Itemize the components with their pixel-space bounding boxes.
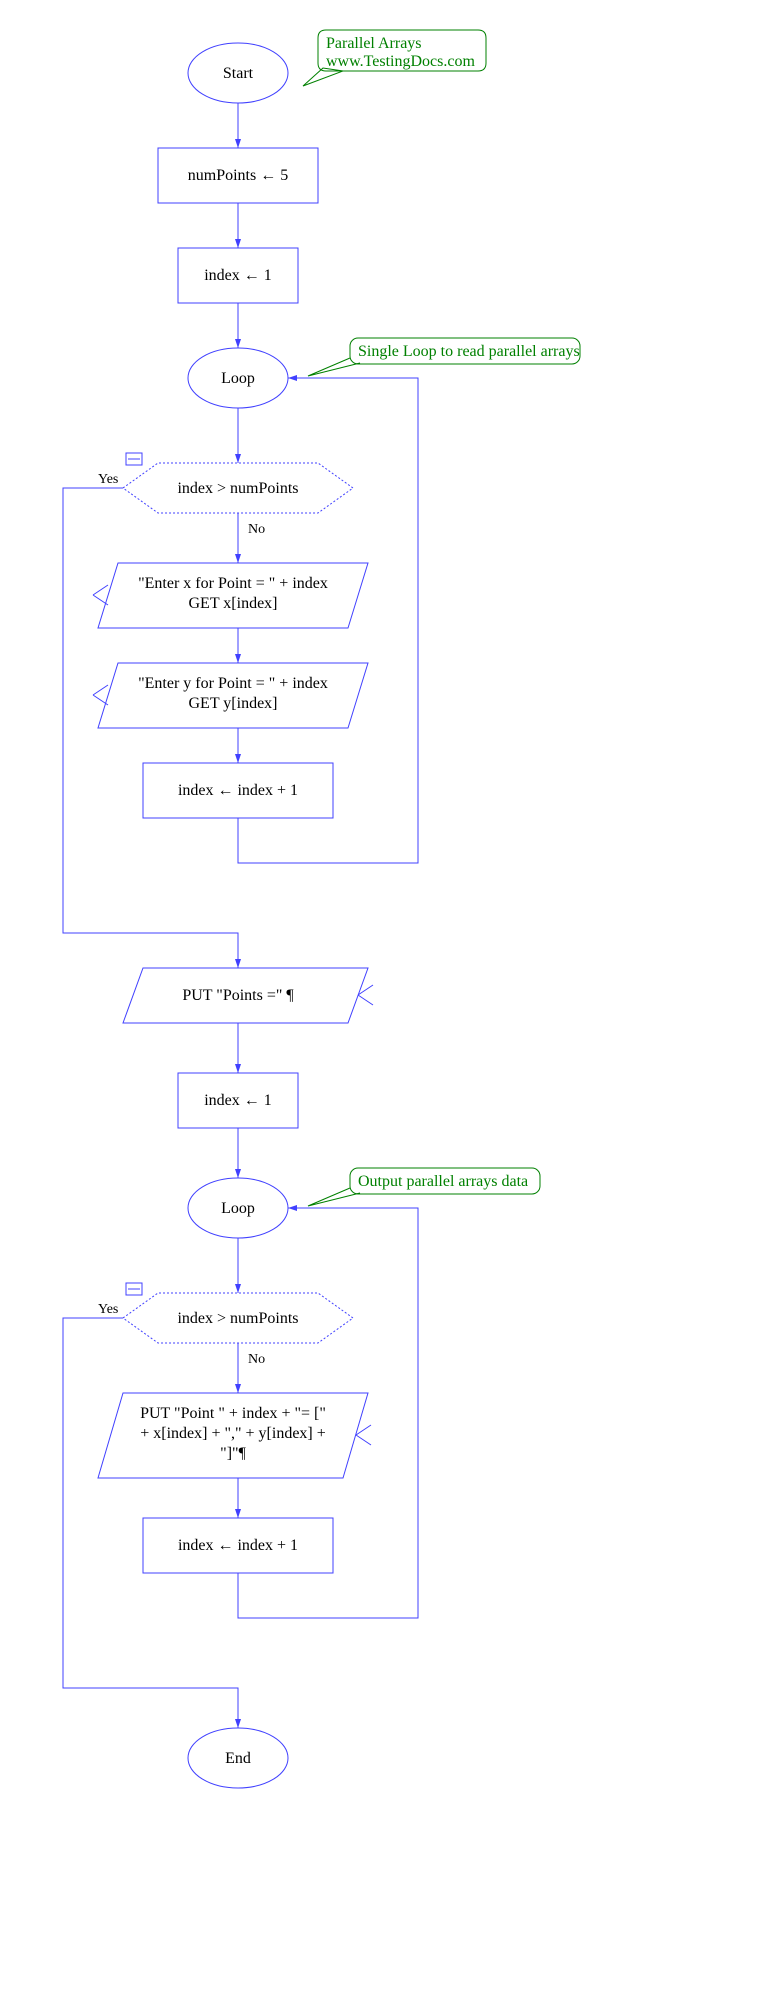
assign-index1-label: index ← 1 (204, 267, 272, 284)
input-y-label-1: "Enter y for Point = " + index (138, 675, 328, 692)
increment2-label: index ← index + 1 (178, 1537, 298, 1554)
output-points-label: PUT "Points =" ¶ (182, 987, 294, 1004)
flowchart-diagram: Parallel Arrays www.TestingDocs.com Star… (8, 8, 768, 1993)
input-y-label-2: GET y[index] (188, 695, 277, 712)
annotation-loop2: Output parallel arrays data (308, 1168, 540, 1206)
output-point-label-3: "]"¶ (220, 1445, 246, 1462)
svg-text:www.TestingDocs.com: www.TestingDocs.com (326, 53, 475, 70)
annotation-loop1: Single Loop to read parallel arrays (308, 338, 580, 376)
no-label: No (248, 522, 265, 537)
input-x-label-1: "Enter x for Point = " + index (138, 575, 328, 592)
edge-yes2 (63, 1318, 238, 1728)
increment1-label: index ← index + 1 (178, 782, 298, 799)
no-label-2: No (248, 1352, 265, 1367)
yes-label-2: Yes (98, 1302, 118, 1317)
annotation-title: Parallel Arrays www.TestingDocs.com (303, 30, 486, 86)
yes-label: Yes (98, 472, 118, 487)
loop2-label: Loop (221, 1200, 255, 1217)
svg-text:Parallel Arrays: Parallel Arrays (326, 35, 422, 52)
loop1-label: Loop (221, 370, 255, 387)
assign-numpoints-label: numPoints ← 5 (188, 167, 288, 184)
output-point-label-2: + x[index] + "," + y[index] + (140, 1425, 326, 1442)
svg-text:Single Loop to read parallel a: Single Loop to read parallel arrays (358, 343, 580, 360)
decision2-label: index > numPoints (177, 1310, 298, 1327)
output-point-label-1: PUT "Point " + index + "= [" (140, 1405, 326, 1422)
assign-index2-label: index ← 1 (204, 1092, 272, 1109)
svg-text:Output parallel arrays data: Output parallel arrays data (358, 1173, 528, 1190)
start-label: Start (223, 65, 254, 82)
decision1-label: index > numPoints (177, 480, 298, 497)
end-label: End (225, 1750, 251, 1767)
input-x-label-2: GET x[index] (188, 595, 277, 612)
